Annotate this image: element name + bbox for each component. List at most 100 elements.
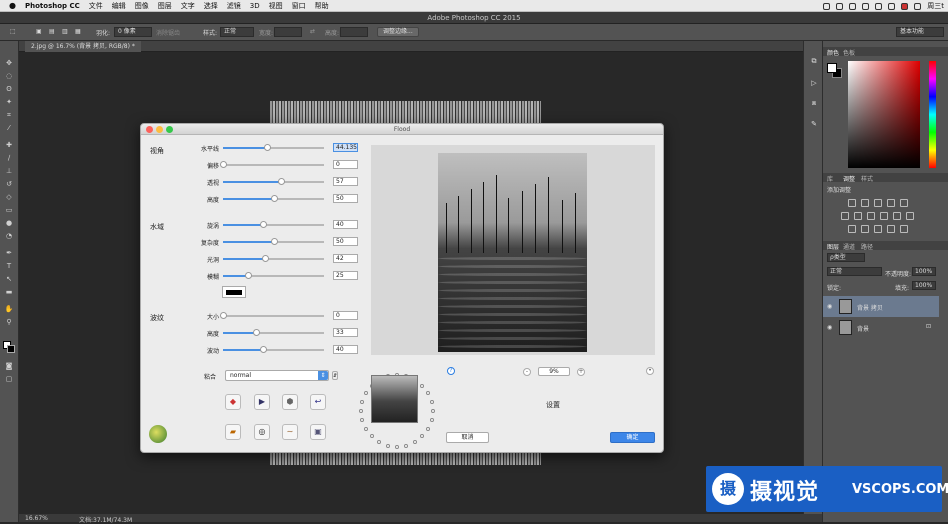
- slider-value-input[interactable]: 40: [333, 220, 358, 229]
- ripple-dot[interactable]: [360, 418, 365, 423]
- color-balance-icon[interactable]: [854, 212, 862, 220]
- slider-track[interactable]: [223, 221, 324, 228]
- clock[interactable]: 周三t: [927, 1, 944, 11]
- preview-options-button[interactable]: •: [646, 367, 654, 375]
- ripple-dot[interactable]: [385, 443, 390, 448]
- slider-value-input[interactable]: 0: [333, 160, 358, 169]
- ripple-dot[interactable]: [429, 418, 434, 423]
- history-panel-icon[interactable]: ⧉: [809, 57, 819, 65]
- stamp-tool-icon[interactable]: ⊥: [4, 167, 14, 175]
- slider-value-input[interactable]: 33: [333, 328, 358, 337]
- slider-knob[interactable]: [277, 178, 285, 185]
- ripple-thumbnail[interactable]: [371, 375, 418, 423]
- tab-layers[interactable]: 图层: [827, 242, 839, 251]
- curves-icon[interactable]: [874, 199, 882, 207]
- add-selection-icon[interactable]: ▤: [49, 28, 55, 35]
- tab-adjustments[interactable]: 调整: [843, 174, 855, 183]
- zoom-in-button[interactable]: +: [577, 368, 585, 376]
- gradient-tool-icon[interactable]: ▭: [4, 206, 14, 214]
- undo-icon[interactable]: ↩: [310, 394, 326, 410]
- document-tab[interactable]: 2.jpg @ 16.7% (背景 拷贝, RGB/8) *: [25, 41, 141, 52]
- slider-knob[interactable]: [262, 255, 270, 262]
- wifi-icon[interactable]: [875, 2, 883, 10]
- workspace-select[interactable]: 基本功能: [896, 27, 944, 37]
- photo-filter-icon[interactable]: [880, 212, 888, 220]
- menu-type[interactable]: 文字: [181, 1, 195, 11]
- ripple-dot[interactable]: [426, 391, 431, 395]
- eye-icon[interactable]: ◉: [827, 324, 832, 331]
- brush-tool-icon[interactable]: ∕: [4, 154, 14, 162]
- wave-icon[interactable]: ∼: [282, 424, 298, 440]
- random-preset-icon[interactable]: ◆: [225, 394, 241, 410]
- ripple-dot[interactable]: [413, 440, 417, 445]
- doc-size[interactable]: 文档:37.1M/74.3M: [79, 515, 132, 524]
- width-input[interactable]: [274, 27, 302, 37]
- slider-knob[interactable]: [270, 195, 278, 202]
- crop-tool-icon[interactable]: ⌗: [4, 111, 14, 119]
- refine-edge-button[interactable]: 调整边缘...: [377, 27, 419, 37]
- zoom-field[interactable]: 9%: [538, 367, 570, 376]
- ripple-dot[interactable]: [404, 443, 409, 448]
- close-icon[interactable]: [146, 126, 153, 133]
- ripple-dot[interactable]: [369, 434, 374, 439]
- preset-a-icon[interactable]: ▰: [225, 424, 241, 440]
- slider-value-input[interactable]: 50: [333, 194, 358, 203]
- minimize-icon[interactable]: [156, 126, 163, 133]
- slider-track[interactable]: [223, 178, 324, 185]
- wechat-icon[interactable]: [836, 2, 844, 10]
- dodge-tool-icon[interactable]: ◔: [4, 232, 14, 240]
- healing-brush-icon[interactable]: ✚: [4, 141, 14, 149]
- type-tool-icon[interactable]: T: [4, 262, 14, 270]
- ring-icon[interactable]: ◎: [254, 424, 270, 440]
- levels-icon[interactable]: [861, 199, 869, 207]
- swap-icon[interactable]: ⇄: [310, 28, 315, 35]
- background-color[interactable]: [7, 345, 15, 353]
- subtract-selection-icon[interactable]: ▥: [62, 28, 68, 35]
- shape-tool-icon[interactable]: ▬: [4, 288, 14, 296]
- battery-icon[interactable]: [914, 2, 922, 10]
- slider-track[interactable]: [223, 195, 324, 202]
- slider-knob[interactable]: [270, 238, 278, 245]
- hand-tool-icon[interactable]: ✋: [4, 305, 14, 313]
- slider-knob[interactable]: [245, 272, 253, 279]
- intersect-selection-icon[interactable]: ▦: [75, 28, 81, 35]
- menu-help[interactable]: 帮助: [315, 1, 329, 11]
- apple-menu[interactable]: ●: [9, 1, 16, 10]
- volume-icon[interactable]: [888, 2, 896, 10]
- flag-icon[interactable]: [901, 2, 909, 10]
- save-preset-icon[interactable]: ▣: [310, 424, 326, 440]
- layer-row[interactable]: ◉ 背景 ⊡: [823, 317, 939, 338]
- slider-knob[interactable]: [253, 329, 261, 336]
- blend-select[interactable]: normal ⇕: [225, 370, 329, 381]
- zoom-icon[interactable]: [166, 126, 173, 133]
- new-selection-icon[interactable]: ▣: [36, 28, 42, 35]
- slider-track[interactable]: [223, 346, 324, 353]
- zoom-tool-icon[interactable]: ⚲: [4, 318, 14, 326]
- properties-panel-icon[interactable]: ⧈: [809, 99, 819, 107]
- eye-icon[interactable]: ◉: [827, 303, 832, 310]
- vibrance-icon[interactable]: [900, 199, 908, 207]
- brush-panel-icon[interactable]: ✎: [809, 120, 819, 128]
- color-field[interactable]: [848, 61, 920, 168]
- height-input[interactable]: [340, 27, 368, 37]
- ok-button[interactable]: 确定: [610, 432, 655, 443]
- ripple-dot[interactable]: [420, 383, 425, 388]
- slider-knob[interactable]: [260, 346, 268, 353]
- cancel-button[interactable]: 取消: [446, 432, 489, 443]
- move-tool-icon[interactable]: ✥: [4, 59, 14, 67]
- cloud-icon[interactable]: [862, 2, 870, 10]
- history-brush-icon[interactable]: ↺: [4, 180, 14, 188]
- blur-tool-icon[interactable]: ●: [4, 219, 14, 227]
- fg-swatch[interactable]: [827, 63, 837, 73]
- menu-file[interactable]: 文件: [89, 1, 103, 11]
- sync-icon[interactable]: [823, 2, 831, 10]
- ripple-dot[interactable]: [377, 440, 381, 445]
- preview-area[interactable]: [371, 145, 655, 355]
- dropbox-icon[interactable]: [849, 2, 857, 10]
- ripple-dot[interactable]: [363, 427, 368, 431]
- fill-input[interactable]: 100%: [912, 281, 936, 290]
- quick-mask-icon[interactable]: ◙: [4, 362, 14, 370]
- slider-value-input[interactable]: 44.135: [333, 143, 358, 152]
- ripple-dot[interactable]: [431, 409, 435, 413]
- invert-icon[interactable]: [848, 225, 856, 233]
